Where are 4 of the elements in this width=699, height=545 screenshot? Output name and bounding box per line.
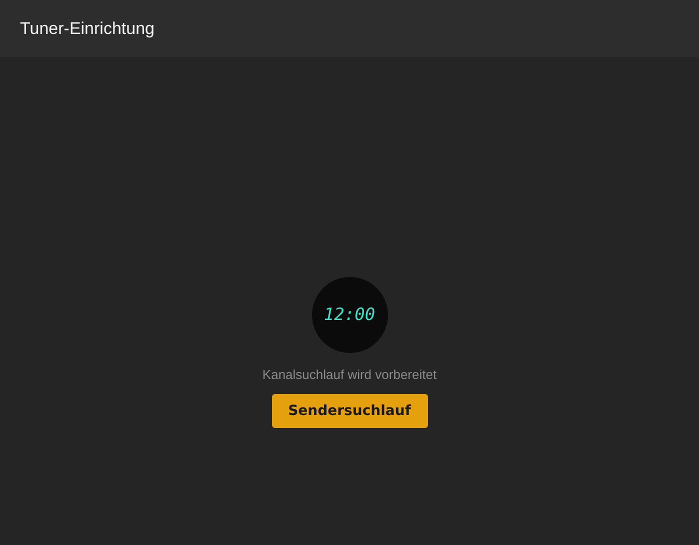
window-title: Tuner-Einrichtung <box>20 18 154 38</box>
scan-button[interactable]: Sendersuchlauf <box>272 394 428 428</box>
clock-display: 12:00 <box>312 277 388 353</box>
status-text: Kanalsuchlauf wird vorbereitet <box>262 367 437 382</box>
